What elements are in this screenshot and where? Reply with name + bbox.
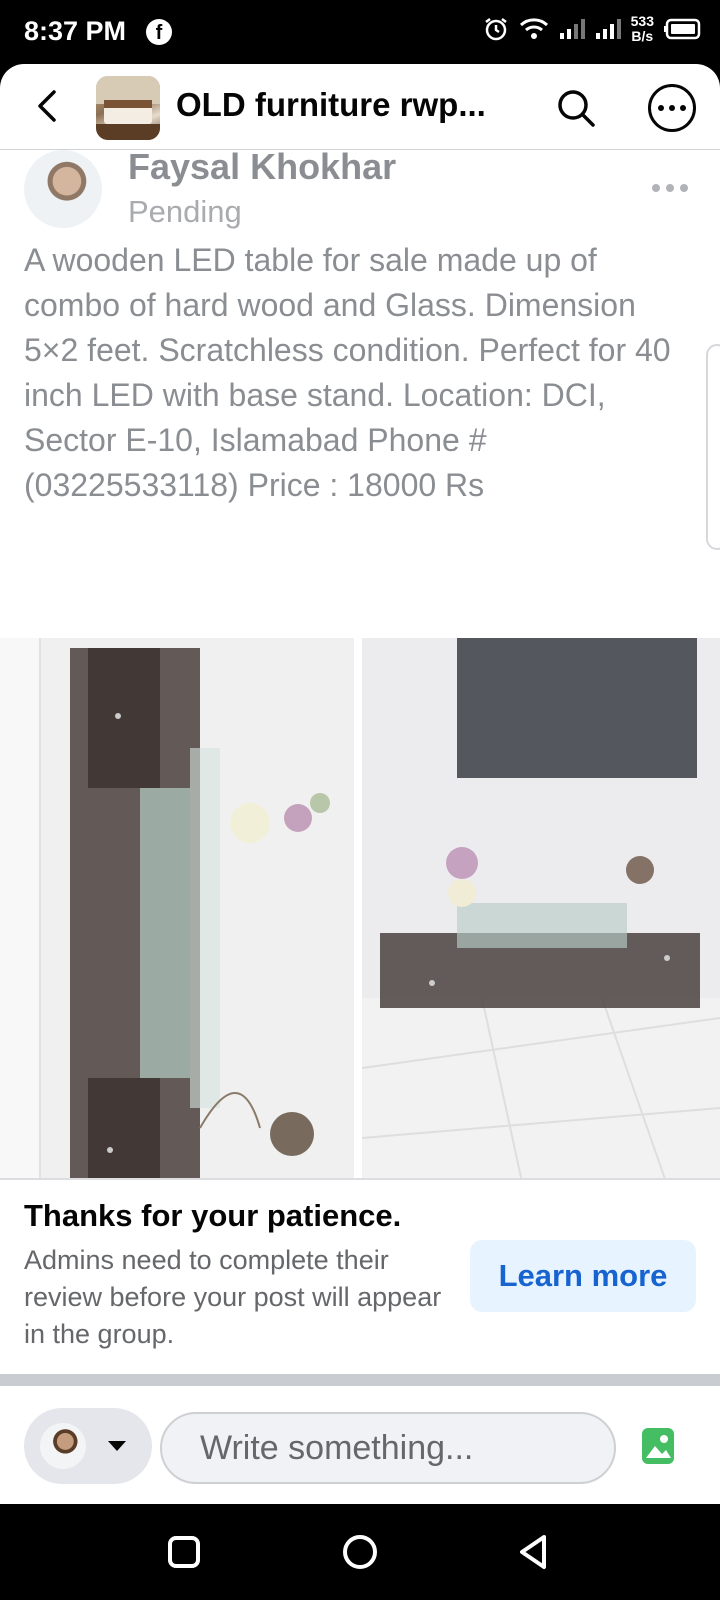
- group-thumbnail[interactable]: [96, 76, 160, 140]
- notice-title: Thanks for your patience.: [24, 1198, 402, 1233]
- battery-icon: [664, 18, 701, 40]
- status-icons: 533 B/s: [483, 14, 702, 44]
- menu-dot: [680, 184, 688, 192]
- post-photo-2[interactable]: [362, 638, 720, 1228]
- status-time: 8:37 PM: [24, 16, 127, 46]
- net-speed-unit: B/s: [631, 28, 654, 44]
- side-scroll-edge: [706, 344, 720, 550]
- section-divider: [0, 1374, 720, 1386]
- net-speed-value: 533: [630, 13, 654, 29]
- more-dot: [669, 105, 675, 111]
- alarm-icon: [484, 18, 507, 41]
- post-card: Faysal Khokhar Pending A wooden LED tabl…: [0, 146, 720, 1242]
- menu-dot: [652, 184, 660, 192]
- photo-icon[interactable]: [640, 1426, 676, 1466]
- system-nav-bar: [0, 1504, 720, 1600]
- ellipsis-icon[interactable]: [652, 184, 692, 198]
- back-arrow-icon[interactable]: [28, 86, 68, 126]
- author-name[interactable]: Faysal Khokhar: [128, 146, 396, 188]
- signal-icon: [559, 19, 585, 39]
- post-text: A wooden LED table for sale made up of c…: [24, 242, 671, 503]
- more-dot: [680, 105, 686, 111]
- more-options-icon[interactable]: [648, 84, 696, 132]
- status-bar: 8:37 PM f 533 B/s: [0, 0, 720, 64]
- user-avatar: [40, 1423, 86, 1469]
- back-icon[interactable]: [514, 1532, 554, 1572]
- home-icon[interactable]: [340, 1532, 380, 1572]
- facebook-icon: f: [146, 19, 172, 45]
- author-avatar[interactable]: [24, 150, 102, 228]
- search-icon[interactable]: [554, 86, 598, 130]
- notice-body: Admins need to complete their review bef…: [24, 1245, 442, 1349]
- profile-switcher[interactable]: [24, 1408, 152, 1484]
- learn-more-button[interactable]: Learn more: [470, 1240, 696, 1312]
- more-dot: [658, 105, 664, 111]
- group-title[interactable]: OLD furniture rwp...: [176, 86, 486, 124]
- net-speed: 533 B/s: [631, 14, 654, 44]
- caret-down-icon: [108, 1441, 126, 1451]
- post-status: Pending: [128, 194, 242, 229]
- composer-bar: Write something...: [0, 1386, 720, 1504]
- wifi-icon: [519, 18, 548, 39]
- write-something-input[interactable]: Write something...: [160, 1412, 616, 1484]
- pending-notice: Thanks for your patience. Admins need to…: [0, 1178, 720, 1374]
- post-photo-1[interactable]: [0, 638, 354, 1228]
- signal-icon: [595, 19, 621, 39]
- recent-apps-icon[interactable]: [164, 1532, 204, 1572]
- group-header: OLD furniture rwp...: [0, 64, 720, 150]
- menu-dot: [666, 184, 674, 192]
- app-screen: OLD furniture rwp... Faysal Khokhar Pend…: [0, 64, 720, 1504]
